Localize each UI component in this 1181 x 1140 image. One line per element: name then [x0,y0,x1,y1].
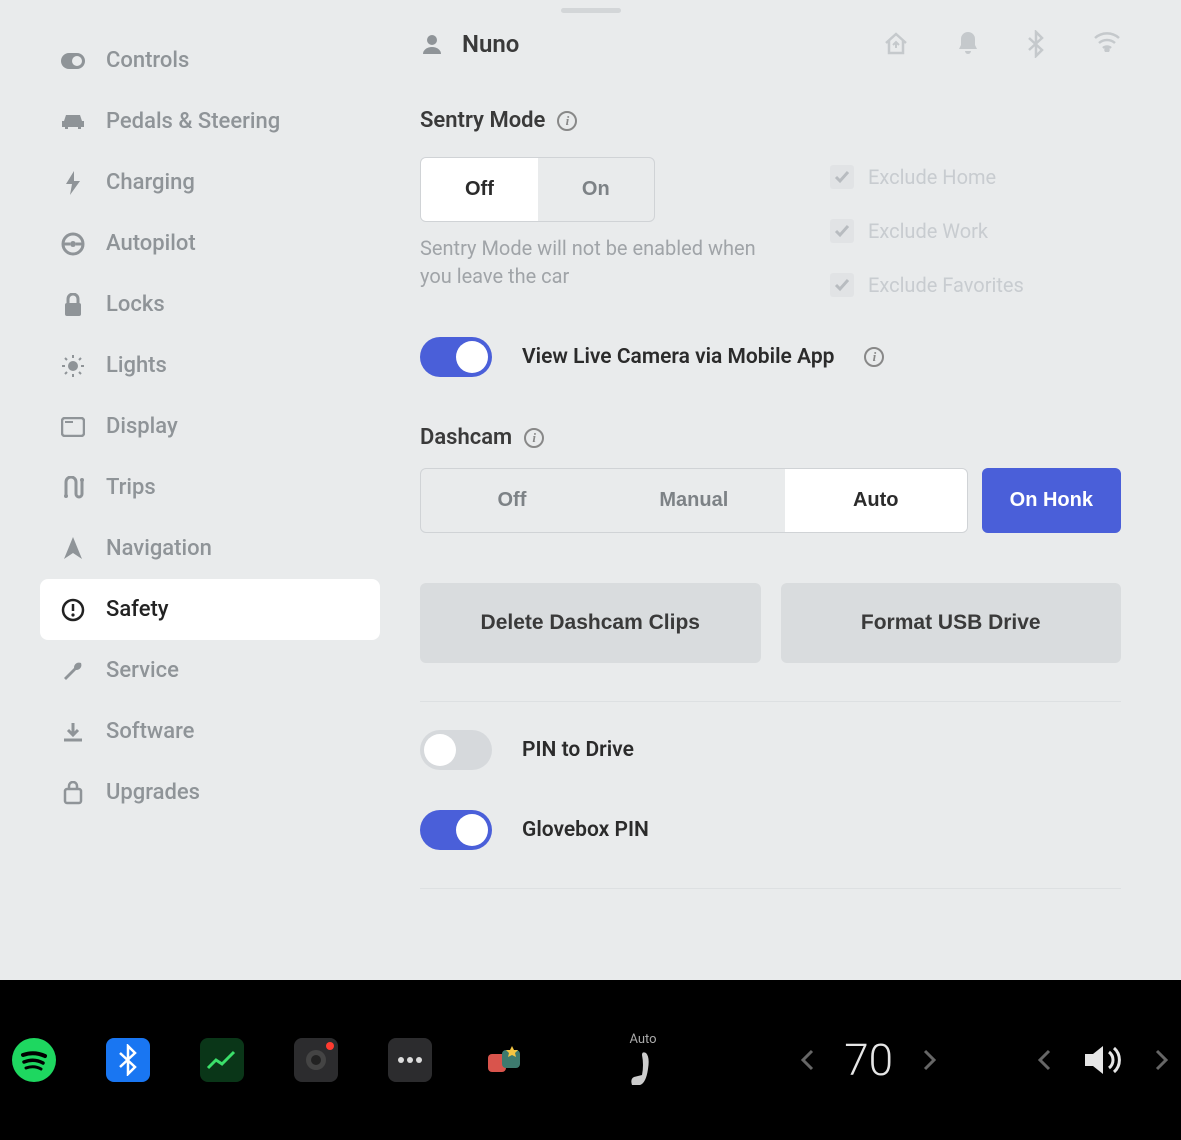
bottom-bar: Auto 70 [0,980,1181,1140]
pin-to-drive-switch[interactable] [420,730,492,770]
sidebar-item-label: Lights [106,353,167,378]
sidebar-item-label: Trips [106,475,156,500]
navigation-icon [60,537,86,561]
info-icon[interactable]: i [524,428,544,448]
profile-button[interactable]: Nuno [420,30,519,58]
check-icon [830,165,854,189]
sidebar-item-label: Software [106,719,194,744]
warning-icon [60,598,86,622]
dashcam-on-honk-button[interactable]: On Honk [982,468,1121,533]
sentry-off-button[interactable]: Off [421,158,538,221]
temp-down-button[interactable] [800,1049,814,1071]
bell-icon[interactable] [957,30,979,58]
stocks-icon[interactable] [200,1038,244,1082]
sidebar-item-lights[interactable]: Lights [40,335,380,396]
divider [420,888,1121,889]
info-icon[interactable]: i [864,347,884,367]
sidebar-item-autopilot[interactable]: Autopilot [40,213,380,274]
wifi-icon[interactable] [1093,30,1121,58]
theater-icon[interactable] [482,1038,526,1082]
check-icon [830,219,854,243]
wrench-icon [60,659,86,683]
temp-up-button[interactable] [923,1049,937,1071]
sidebar-item-label: Pedals & Steering [106,109,280,134]
car-icon [60,113,86,131]
dashcam-manual-button[interactable]: Manual [603,469,785,532]
lights-icon [60,355,86,377]
steering-icon [60,232,86,256]
live-camera-switch[interactable] [420,337,492,377]
sidebar-item-label: Autopilot [106,231,196,256]
lock-icon [60,293,86,317]
exclude-work-checkbox[interactable]: Exclude Work [830,219,1024,243]
format-usb-button[interactable]: Format USB Drive [781,583,1122,663]
exclude-work-label: Exclude Work [868,219,988,243]
check-icon [830,273,854,297]
sidebar-item-charging[interactable]: Charging [40,152,380,213]
exclude-home-label: Exclude Home [868,165,996,189]
sidebar-item-software[interactable]: Software [40,701,380,762]
sentry-help-text: Sentry Mode will not be enabled when you… [420,234,760,290]
profile-name: Nuno [462,30,519,58]
camera-app-icon[interactable] [294,1038,338,1082]
exclude-favorites-label: Exclude Favorites [868,273,1024,297]
bluetooth-icon[interactable] [1027,30,1045,58]
glovebox-pin-label: Glovebox PIN [522,818,649,842]
dashcam-title: Dashcam i [420,425,544,450]
sidebar-item-label: Controls [106,48,189,73]
sidebar: Controls Pedals & Steering Charging Auto… [0,30,380,980]
sentry-toggle: Off On [420,157,655,222]
more-apps-icon[interactable] [388,1038,432,1082]
bolt-icon [60,171,86,195]
toggle-icon [60,53,86,69]
bluetooth-app-icon[interactable] [106,1038,150,1082]
glovebox-pin-switch[interactable] [420,810,492,850]
sidebar-item-label: Service [106,658,179,683]
sidebar-item-service[interactable]: Service [40,640,380,701]
seat-control[interactable]: Auto [626,1032,660,1089]
sidebar-item-label: Charging [106,170,195,195]
exclude-favorites-checkbox[interactable]: Exclude Favorites [830,273,1024,297]
spotify-icon[interactable] [12,1038,56,1082]
bag-icon [60,781,86,805]
sidebar-item-locks[interactable]: Locks [40,274,380,335]
sidebar-item-controls[interactable]: Controls [40,30,380,91]
temperature-value[interactable]: 70 [844,1034,893,1086]
volume-up-button[interactable] [1155,1049,1169,1071]
sidebar-item-pedals[interactable]: Pedals & Steering [40,91,380,152]
exclude-home-checkbox[interactable]: Exclude Home [830,165,1024,189]
display-icon [60,417,86,437]
sidebar-item-safety[interactable]: Safety [40,579,380,640]
content-area: Nuno Sentry Mode i [380,30,1181,980]
sidebar-item-trips[interactable]: Trips [40,457,380,518]
sidebar-item-label: Upgrades [106,780,200,805]
pin-to-drive-label: PIN to Drive [522,738,634,762]
sidebar-item-upgrades[interactable]: Upgrades [40,762,380,823]
sidebar-item-navigation[interactable]: Navigation [40,518,380,579]
volume-icon[interactable] [1081,1042,1125,1078]
sidebar-item-label: Safety [106,597,169,622]
sidebar-item-label: Locks [106,292,165,317]
dashcam-segment: Off Manual Auto [420,468,968,533]
seat-mode-label: Auto [629,1032,656,1047]
delete-clips-button[interactable]: Delete Dashcam Clips [420,583,761,663]
dashcam-off-button[interactable]: Off [421,469,603,532]
download-icon [60,721,86,743]
sentry-on-button[interactable]: On [538,158,654,221]
drag-handle[interactable] [561,8,621,13]
person-icon [420,32,444,56]
sidebar-item-label: Navigation [106,536,212,561]
sentry-title: Sentry Mode i [420,108,577,133]
divider [420,701,1121,702]
dashcam-auto-button[interactable]: Auto [785,469,967,532]
info-icon[interactable]: i [557,111,577,131]
sidebar-item-display[interactable]: Display [40,396,380,457]
home-icon[interactable] [883,30,909,58]
trips-icon [60,476,86,500]
sidebar-item-label: Display [106,414,178,439]
seat-icon [626,1049,660,1089]
live-camera-label: View Live Camera via Mobile App [522,345,834,369]
volume-down-button[interactable] [1037,1049,1051,1071]
